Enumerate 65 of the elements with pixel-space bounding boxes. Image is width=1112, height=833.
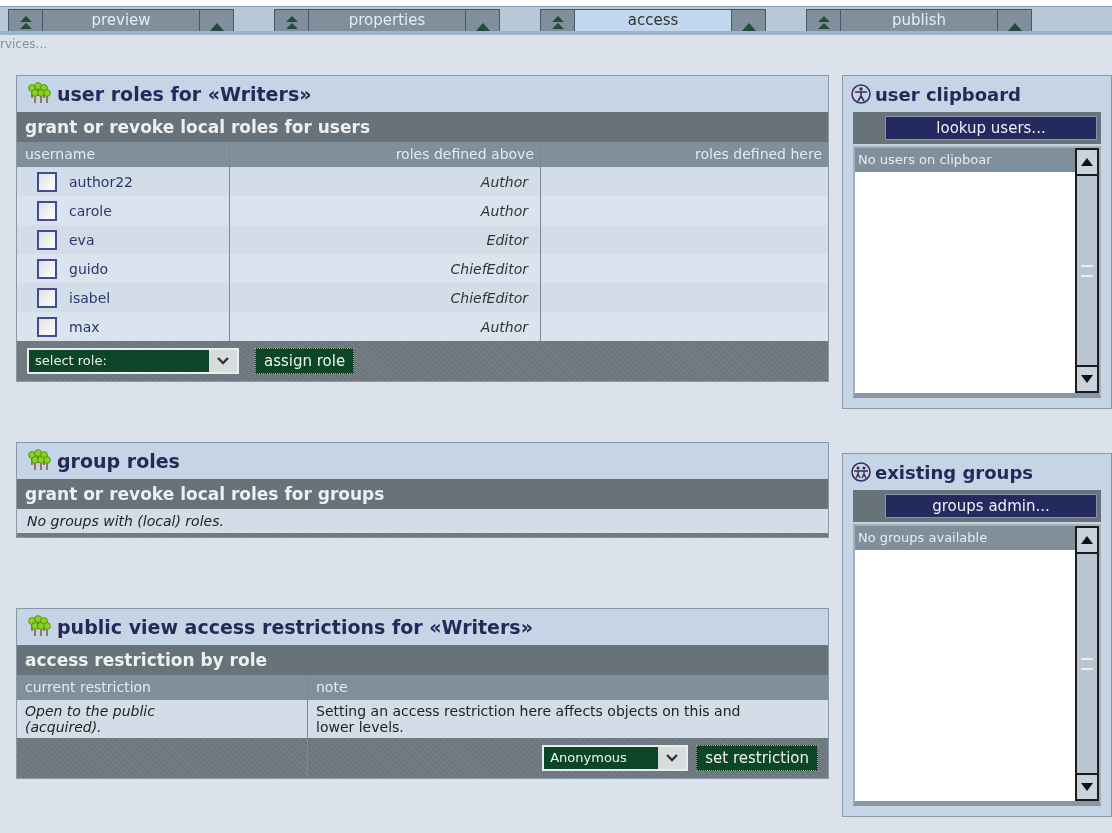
role-text: Author [480, 173, 528, 190]
username-text: max [69, 318, 100, 335]
set-restriction-button[interactable]: set restriction [696, 745, 818, 771]
up-arrow-icon [475, 23, 490, 31]
username-text: eva [69, 231, 95, 248]
scroll-grip-icon [1081, 264, 1093, 277]
chevron-down-icon [217, 357, 229, 365]
note-text: Setting an access restriction here affects objects on this and lower levels. [316, 703, 742, 735]
role-dropdown[interactable]: select role: [27, 348, 239, 374]
assign-role-button[interactable]: assign role [255, 348, 355, 374]
checkbox[interactable] [37, 287, 57, 308]
up-arrow-icon [1007, 23, 1022, 31]
checkbox[interactable] [37, 229, 57, 250]
up-arrow-icon [209, 23, 224, 31]
up-arrow-icon [1081, 536, 1093, 544]
username-text: isabel [69, 289, 111, 306]
lookup-users-button[interactable]: lookup users... [885, 116, 1097, 140]
groups-admin-button[interactable]: groups admin... [885, 494, 1097, 518]
panel-title: existing groups [875, 461, 1033, 483]
breadcrumb-text: rvices... [0, 36, 49, 53]
restriction-text: Open to the public (acquired). [25, 703, 156, 735]
username-text: carole [69, 202, 112, 219]
up-arrow-icon [1081, 158, 1093, 166]
role-text: Author [480, 202, 528, 219]
panel-title: public view access restrictions for «Writers» [57, 616, 533, 638]
chevron-down-icon [666, 754, 679, 762]
column-header: current restriction [17, 675, 307, 700]
username-text: guido [69, 260, 109, 277]
scrollbar[interactable] [1075, 148, 1099, 393]
checkbox[interactable] [37, 200, 57, 221]
double-up-arrow-icon [18, 15, 33, 31]
restriction-dropdown[interactable]: Anonymous [542, 745, 689, 771]
double-up-arrow-icon [550, 15, 565, 31]
role-text: ChiefEditor [450, 260, 528, 277]
username-text: author22 [69, 173, 133, 190]
trees-icon [27, 615, 51, 639]
panel-title: group roles [57, 450, 180, 472]
group-icon [851, 462, 871, 482]
checkbox[interactable] [37, 171, 57, 192]
scrollbar[interactable] [1075, 526, 1099, 801]
panel-subtitle: access restriction by role [17, 645, 828, 675]
column-header: note [307, 675, 828, 700]
role-text: ChiefEditor [450, 289, 528, 306]
scroll-grip-icon [1081, 657, 1093, 670]
role-text: Editor [486, 231, 528, 248]
column-header: username [17, 142, 229, 167]
panel-subtitle: grant or revoke local roles for groups [17, 479, 828, 509]
column-header: roles defined above [229, 142, 540, 167]
panel-title: user roles for «Writers» [57, 83, 312, 105]
double-up-arrow-icon [816, 15, 831, 31]
panel-title: user clipboard [875, 83, 1021, 105]
down-arrow-icon [1081, 783, 1093, 791]
checkbox[interactable] [37, 316, 57, 337]
checkbox[interactable] [37, 258, 57, 279]
empty-message: No groups with (local) roles. [17, 509, 828, 533]
double-up-arrow-icon [284, 15, 299, 31]
person-icon [851, 84, 871, 104]
trees-icon [27, 449, 51, 473]
down-arrow-icon [1081, 375, 1093, 383]
up-arrow-icon [741, 23, 756, 31]
tab[interactable]: access [540, 9, 766, 31]
panel-subtitle: grant or revoke local roles for users [17, 112, 828, 142]
role-text: Author [480, 318, 528, 335]
trees-icon [27, 82, 51, 106]
column-header: roles defined here [540, 142, 828, 167]
